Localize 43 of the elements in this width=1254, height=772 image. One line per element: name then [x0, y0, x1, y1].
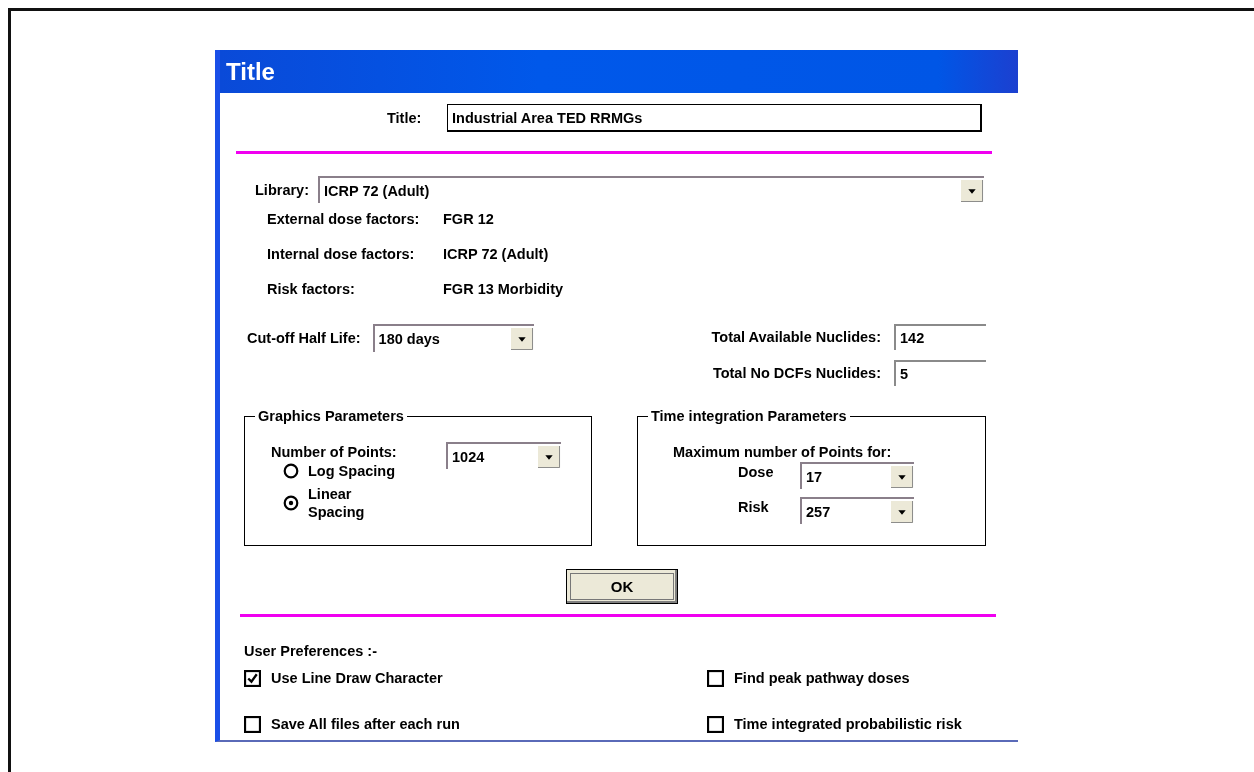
section-heading: User Preferences :- — [244, 642, 377, 661]
library-dropdown[interactable]: ICRP 72 (Adult) — [318, 176, 984, 203]
checkbox[interactable] — [244, 715, 261, 733]
checkbox[interactable] — [707, 715, 724, 733]
points-dropdown[interactable]: 1024 — [446, 442, 561, 469]
factor-value: ICRP 72 (Adult) — [443, 245, 549, 264]
field-label: Dose — [738, 463, 775, 482]
dropdown-arrow-icon[interactable] — [960, 179, 984, 202]
radio-button[interactable] — [283, 463, 299, 479]
checkbox-label[interactable]: Use Line Draw Character — [271, 668, 443, 688]
dropdown-arrow-icon[interactable] — [537, 445, 561, 468]
field-label: Total No DCFs Nuclides: — [712, 364, 881, 383]
dropdown-arrow-icon[interactable] — [890, 500, 914, 523]
field-label: Cut-off Half Life: — [247, 329, 361, 348]
count-field[interactable]: 142 — [894, 324, 986, 350]
points-dropdown[interactable]: 17 — [800, 462, 914, 489]
checkbox-label[interactable]: Save All files after each run — [271, 714, 460, 734]
field-label: Total Available Nuclides: — [711, 328, 881, 347]
factor-value: FGR 12 — [443, 210, 494, 229]
checkbox-label[interactable]: Time integrated probabilistic risk — [734, 714, 962, 734]
checkbox-label[interactable]: Find peak pathway doses — [734, 668, 910, 688]
factor-label: Risk factors: — [267, 280, 356, 299]
ok-button[interactable]: OK — [566, 569, 678, 604]
half-life-dropdown[interactable]: 180 days — [372, 324, 534, 352]
dropdown-arrow-icon[interactable] — [509, 328, 534, 350]
title-field[interactable]: Industrial Area TED RRMGs — [447, 104, 982, 132]
checkbox[interactable] — [244, 669, 261, 687]
checkbox[interactable] — [707, 669, 724, 687]
radio-label[interactable]: Log Spacing — [308, 461, 395, 481]
radio-button[interactable] — [283, 495, 299, 511]
points-dropdown[interactable]: 257 — [800, 497, 914, 524]
field-label: Title: — [387, 109, 423, 128]
field-label: Risk — [738, 498, 770, 517]
factor-label: External dose factors: — [267, 210, 421, 229]
count-field[interactable]: 5 — [894, 360, 986, 386]
factor-value: FGR 13 Morbidity — [443, 280, 564, 299]
field-label: Number of Points: — [271, 443, 398, 462]
radio-label[interactable]: Linear Spacing — [308, 485, 378, 521]
field-label: Library: — [255, 180, 310, 200]
dropdown-arrow-icon[interactable] — [890, 465, 914, 488]
window-title: Title — [226, 57, 275, 86]
factor-label: Internal dose factors: — [267, 245, 416, 264]
group-heading: Maximum number of Points for: — [673, 443, 892, 462]
